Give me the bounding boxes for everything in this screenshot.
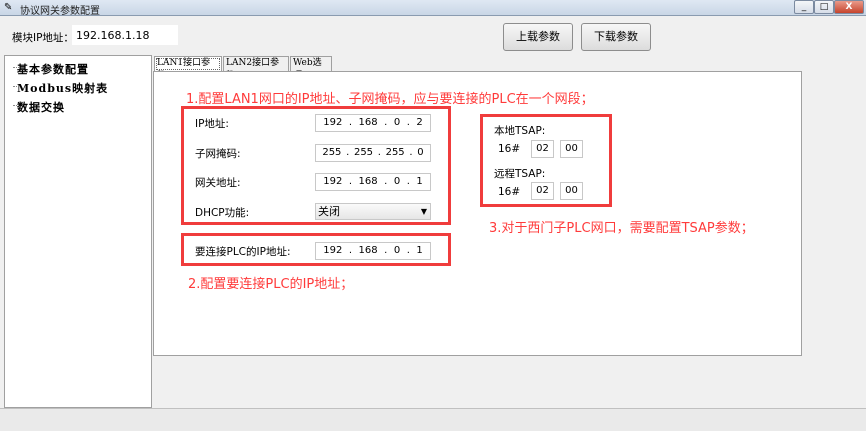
mask-octet: 255 bbox=[385, 147, 405, 158]
gw-octet: 1 bbox=[416, 176, 423, 187]
plc-octet: 168 bbox=[358, 245, 378, 256]
subnet-mask-field[interactable]: 255. 255. 255. 0 bbox=[315, 144, 431, 162]
tree-item-data-exchange[interactable]: 数据交换 bbox=[13, 99, 65, 115]
ip-octet: 2 bbox=[416, 117, 423, 128]
window-title: 协议网关参数配置 bbox=[20, 6, 100, 17]
local-tsap-byte1[interactable]: 02 bbox=[531, 140, 554, 158]
tree-item-modbus[interactable]: Modbus映射表 bbox=[12, 80, 108, 96]
gw-octet: 192 bbox=[323, 176, 343, 187]
tab-lan1[interactable]: LAN1接口参数 bbox=[154, 56, 222, 81]
dhcp-value: 关闭 bbox=[318, 205, 340, 218]
ip-octet: 0 bbox=[393, 117, 401, 128]
app-icon: ✎ bbox=[4, 2, 13, 13]
local-tsap-hex-label: 16# bbox=[498, 143, 521, 155]
tab-web[interactable]: Web选项 bbox=[290, 56, 332, 81]
remote-tsap-hex-label: 16# bbox=[498, 186, 521, 198]
mask-octet: 255 bbox=[322, 147, 342, 158]
tree-item-basic[interactable]: 基本参数配置 bbox=[13, 61, 89, 77]
mask-label: 子网掩码: bbox=[195, 148, 241, 160]
module-ip-label: 模块IP地址： bbox=[12, 32, 74, 44]
gateway-field[interactable]: 192. 168. 0. 1 bbox=[315, 173, 431, 191]
plc-octet: 1 bbox=[416, 245, 423, 256]
ip-field[interactable]: 192. 168. 0. 2 bbox=[315, 114, 431, 132]
mask-octet: 255 bbox=[353, 147, 374, 158]
gw-octet: 0 bbox=[393, 176, 401, 187]
download-params-button[interactable]: 下载参数 bbox=[581, 23, 651, 51]
ip-label: IP地址: bbox=[195, 118, 229, 130]
remote-tsap-label: 远程TSAP: bbox=[494, 168, 546, 180]
plc-octet: 192 bbox=[323, 245, 343, 256]
tab-lan2[interactable]: LAN2接口参数 bbox=[223, 56, 289, 81]
gw-octet: 168 bbox=[358, 176, 378, 187]
mask-octet: 0 bbox=[417, 147, 424, 158]
plc-octet: 0 bbox=[393, 245, 401, 256]
status-bar bbox=[0, 408, 866, 431]
dhcp-label: DHCP功能: bbox=[195, 207, 250, 219]
module-ip-field[interactable]: 192.168.1.18 bbox=[72, 25, 178, 45]
nav-tree: 基本参数配置 Modbus映射表 数据交换 bbox=[4, 55, 152, 408]
local-tsap-byte2[interactable]: 00 bbox=[560, 140, 583, 158]
plc-ip-label: 要连接PLC的IP地址: bbox=[195, 246, 291, 258]
remote-tsap-byte2[interactable]: 00 bbox=[560, 182, 583, 200]
annotation-2: 2.配置要连接PLC的IP地址； bbox=[188, 277, 354, 292]
minimize-button[interactable]: _ bbox=[794, 0, 814, 14]
dhcp-select[interactable]: 关闭 ▼ bbox=[315, 203, 431, 220]
gateway-label: 网关地址: bbox=[195, 177, 241, 189]
local-tsap-label: 本地TSAP: bbox=[494, 125, 546, 137]
ip-octet: 192 bbox=[323, 117, 343, 128]
maximize-button[interactable]: □ bbox=[814, 0, 834, 14]
remote-tsap-byte1[interactable]: 02 bbox=[531, 182, 554, 200]
close-button[interactable]: X bbox=[834, 0, 864, 14]
plc-ip-field[interactable]: 192. 168. 0. 1 bbox=[315, 242, 431, 260]
annotation-1: 1.配置LAN1网口的IP地址、子网掩码，应与要连接的PLC在一个网段； bbox=[186, 92, 594, 107]
chevron-down-icon: ▼ bbox=[420, 207, 427, 216]
title-bar: ✎ 协议网关参数配置 _ □ X bbox=[0, 0, 866, 17]
ip-octet: 168 bbox=[358, 117, 378, 128]
upload-params-button[interactable]: 上载参数 bbox=[503, 23, 573, 51]
annotation-3: 3.对于西门子PLC网口，需要配置TSAP参数； bbox=[489, 221, 754, 236]
